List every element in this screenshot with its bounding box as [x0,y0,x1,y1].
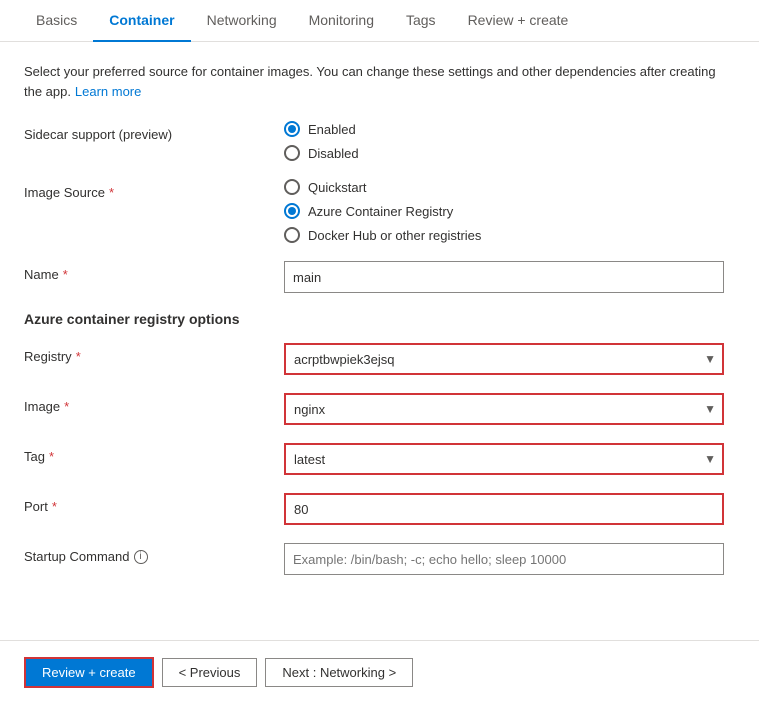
image-label: Image * [24,393,284,414]
sidecar-enabled-option[interactable]: Enabled [284,121,735,137]
tag-label: Tag * [24,443,284,464]
review-create-button[interactable]: Review + create [24,657,154,688]
footer: Review + create < Previous Next : Networ… [0,640,759,704]
sidecar-disabled-option[interactable]: Disabled [284,145,735,161]
acr-section-heading: Azure container registry options [24,311,735,327]
startup-command-info-icon[interactable]: i [134,550,148,564]
image-control: nginx ▼ [284,393,735,425]
tab-monitoring[interactable]: Monitoring [293,0,390,42]
dockerhub-label: Docker Hub or other registries [308,228,481,243]
sidecar-radio-group: Enabled Disabled [284,121,735,161]
quickstart-radio[interactable] [284,179,300,195]
tab-tags[interactable]: Tags [390,0,452,42]
sidecar-disabled-radio[interactable] [284,145,300,161]
tab-container[interactable]: Container [93,0,190,42]
sidecar-enabled-radio[interactable] [284,121,300,137]
image-source-label: Image Source * [24,179,284,200]
sidecar-disabled-label: Disabled [308,146,359,161]
registry-select[interactable]: acrptbwpiek3ejsq [284,343,724,375]
port-input[interactable] [284,493,724,525]
tab-review-create[interactable]: Review + create [452,0,585,42]
startup-command-label: Startup Command i [24,543,284,564]
image-required: * [64,399,69,414]
name-control [284,261,735,293]
tag-required: * [49,449,54,464]
name-label: Name * [24,261,284,282]
acr-option[interactable]: Azure Container Registry [284,203,735,219]
registry-label: Registry * [24,343,284,364]
page-container: Basics Container Networking Monitoring T… [0,0,759,704]
startup-command-control [284,543,735,575]
name-row: Name * [24,261,735,293]
registry-row: Registry * acrptbwpiek3ejsq ▼ [24,343,735,375]
startup-command-input[interactable] [284,543,724,575]
sidecar-options: Enabled Disabled [284,121,735,161]
previous-button[interactable]: < Previous [162,658,258,687]
tag-select[interactable]: latest [284,443,724,475]
sidecar-enabled-label: Enabled [308,122,356,137]
acr-radio[interactable] [284,203,300,219]
tab-networking[interactable]: Networking [191,0,293,42]
registry-dropdown-wrapper: acrptbwpiek3ejsq ▼ [284,343,724,375]
learn-more-link[interactable]: Learn more [75,84,141,99]
description-block: Select your preferred source for contain… [24,62,735,101]
dockerhub-option[interactable]: Docker Hub or other registries [284,227,735,243]
nav-tabs: Basics Container Networking Monitoring T… [0,0,759,42]
startup-command-row: Startup Command i [24,543,735,575]
name-required: * [63,267,68,282]
image-row: Image * nginx ▼ [24,393,735,425]
port-row: Port * [24,493,735,525]
acr-label: Azure Container Registry [308,204,453,219]
image-source-row: Image Source * Quickstart Azure Containe… [24,179,735,243]
registry-control: acrptbwpiek3ejsq ▼ [284,343,735,375]
registry-required: * [76,349,81,364]
quickstart-label: Quickstart [308,180,367,195]
tag-row: Tag * latest ▼ [24,443,735,475]
tag-control: latest ▼ [284,443,735,475]
name-input[interactable] [284,261,724,293]
image-source-options: Quickstart Azure Container Registry Dock… [284,179,735,243]
image-source-radio-group: Quickstart Azure Container Registry Dock… [284,179,735,243]
image-dropdown-wrapper: nginx ▼ [284,393,724,425]
image-source-required: * [109,185,114,200]
next-button[interactable]: Next : Networking > [265,658,413,687]
port-control [284,493,735,525]
main-content: Select your preferred source for contain… [0,42,759,640]
tab-basics[interactable]: Basics [20,0,93,42]
tag-dropdown-wrapper: latest ▼ [284,443,724,475]
dockerhub-radio[interactable] [284,227,300,243]
port-required: * [52,499,57,514]
sidecar-support-row: Sidecar support (preview) Enabled Disabl… [24,121,735,161]
image-select[interactable]: nginx [284,393,724,425]
quickstart-option[interactable]: Quickstart [284,179,735,195]
port-label: Port * [24,493,284,514]
sidecar-label: Sidecar support (preview) [24,121,284,142]
